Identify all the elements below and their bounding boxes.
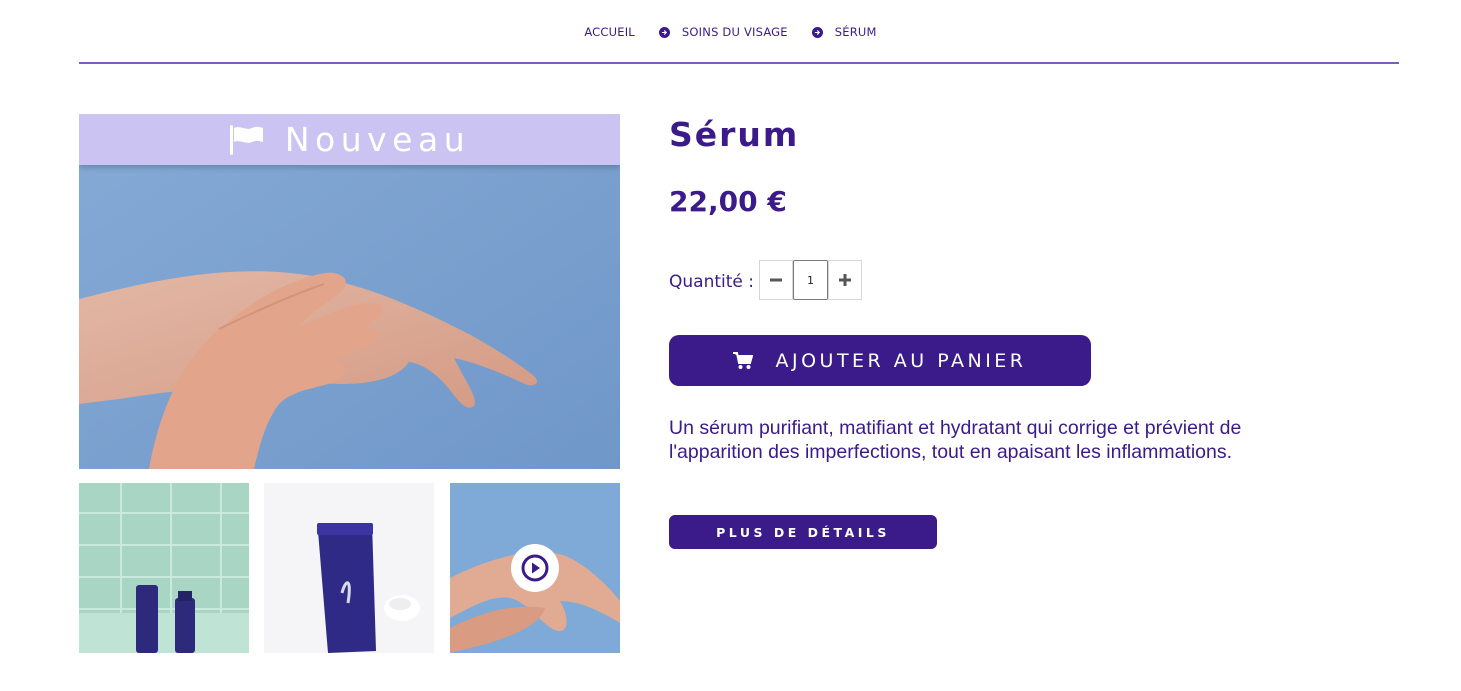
tube-image [264, 483, 434, 653]
quantity-label: Quantité : [669, 272, 754, 292]
play-button[interactable] [511, 544, 559, 592]
product-title: Sérum [669, 115, 800, 154]
header-divider [79, 62, 1399, 64]
minus-icon [770, 278, 782, 282]
thumbnail-video[interactable] [450, 483, 620, 653]
new-badge: Nouveau [79, 114, 620, 165]
arrow-right-circle-icon [811, 26, 823, 38]
product-price: 22,00 € [669, 185, 787, 218]
hands-image [79, 114, 620, 469]
quantity-input[interactable] [793, 260, 828, 300]
product-description: Un sérum purifiant, matifiant et hydrata… [669, 417, 1242, 463]
thumbnail-bottles[interactable] [79, 483, 249, 653]
decrease-quantity-button[interactable] [759, 260, 793, 300]
breadcrumb-accueil[interactable]: ACCUEIL [584, 25, 635, 39]
main-product-image[interactable]: Nouveau [79, 114, 620, 469]
increase-quantity-button[interactable] [828, 260, 862, 300]
bottles-image [79, 483, 249, 653]
plus-icon [839, 274, 851, 286]
thumbnail-tube[interactable] [264, 483, 434, 653]
breadcrumb-soins-du-visage[interactable]: SOINS DU VISAGE [682, 25, 788, 39]
more-details-button[interactable]: PLUS DE DÉTAILS [669, 515, 937, 549]
flag-icon [229, 124, 263, 155]
add-to-cart-label: AJOUTER AU PANIER [775, 349, 1027, 372]
breadcrumb-serum: SÉRUM [834, 25, 877, 39]
shopping-cart-icon [733, 351, 754, 369]
quantity-stepper [759, 260, 862, 300]
add-to-cart-button[interactable]: AJOUTER AU PANIER [669, 335, 1091, 386]
arrow-right-circle-icon [658, 26, 670, 38]
breadcrumb: ACCUEIL SOINS DU VISAGE SÉRUM [0, 25, 1461, 39]
play-circle-icon [521, 554, 549, 582]
badge-label: Nouveau [284, 120, 471, 159]
